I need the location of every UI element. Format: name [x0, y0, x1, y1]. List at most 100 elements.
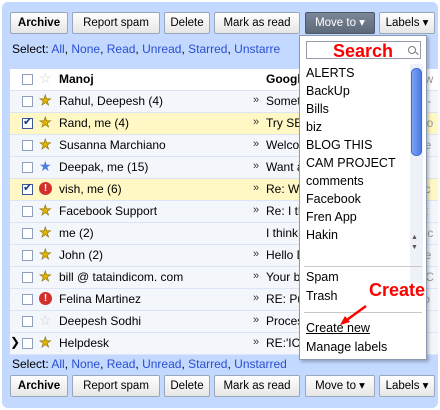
move-to-button[interactable]: Move to ▾ [305, 12, 375, 34]
scroll-down-icon[interactable]: ▼ [411, 244, 418, 251]
create-annotation: Create [369, 280, 426, 300]
row-checkbox[interactable] [22, 316, 33, 327]
label-option[interactable]: BackUp [300, 82, 410, 100]
label-list: ALERTS BackUp Bills biz BLOG THIS CAM PR… [300, 64, 410, 244]
row-checkbox[interactable] [22, 272, 33, 283]
email-subject: Proces [266, 314, 304, 328]
email-sender: bill @ tataindicom. com [59, 270, 184, 284]
email-sender: Manoj [59, 72, 94, 86]
archive-button[interactable]: Archive [10, 375, 68, 397]
star-icon[interactable]: ☆ [39, 70, 52, 87]
label-list-scrollbar[interactable]: ▲ ▼ [410, 64, 423, 283]
delete-button[interactable]: Delete [164, 375, 210, 397]
select-unstarred-link[interactable]: Unstarred [234, 357, 287, 371]
label-option[interactable]: Fren App [300, 208, 410, 226]
row-checkbox[interactable] [22, 250, 33, 261]
labels-button[interactable]: Labels ▾ [379, 12, 435, 34]
label-option[interactable]: Facebook [300, 190, 410, 208]
row-pointer-icon: ❯ [10, 335, 21, 349]
spam-option[interactable]: Spam [306, 270, 339, 284]
row-checkbox[interactable] [22, 74, 33, 85]
thread-arrow-icon: » [253, 204, 260, 216]
row-checkbox[interactable] [22, 181, 33, 195]
manage-labels-option[interactable]: Manage labels [306, 340, 387, 354]
email-sender: Rahul, Deepesh (4) [59, 94, 164, 108]
email-sender: me (2) [59, 226, 94, 240]
email-sender: John (2) [59, 248, 104, 262]
email-sender: Rand, me (4) [59, 116, 130, 130]
label-option[interactable]: BLOG THIS [300, 136, 410, 154]
gmail-mail-frame: Archive Report spam Delete Mark as read … [2, 2, 438, 408]
scroll-up-icon[interactable]: ▲ [411, 234, 418, 241]
star-icon[interactable]: ★ [39, 224, 52, 241]
mark-as-read-button[interactable]: Mark as read [214, 12, 300, 34]
select-unread-link[interactable]: Unread [142, 42, 181, 56]
important-icon[interactable]: ! [39, 292, 52, 305]
row-checkbox[interactable] [22, 96, 33, 107]
star-icon[interactable]: ★ [39, 334, 52, 351]
thread-arrow-icon: » [253, 138, 260, 150]
mark-as-read-button[interactable]: Mark as read [214, 375, 300, 397]
archive-button[interactable]: Archive [10, 12, 68, 34]
row-checkbox[interactable] [22, 206, 33, 217]
thread-arrow-icon: » [253, 94, 260, 106]
star-icon[interactable]: ★ [39, 202, 52, 219]
menu-divider [304, 266, 422, 267]
select-links-top: Select: All, None, Read, Unread, Starred… [12, 42, 281, 56]
row-checkbox[interactable] [22, 115, 33, 129]
thread-arrow-icon: » [253, 292, 260, 304]
row-checkbox[interactable] [22, 338, 33, 349]
label-option[interactable]: comments [300, 172, 410, 190]
label-option[interactable]: Bills [300, 100, 410, 118]
label-option[interactable]: ALERTS [300, 64, 410, 82]
star-icon[interactable]: ☆ [39, 312, 52, 329]
select-all-link[interactable]: All [51, 42, 64, 56]
star-icon[interactable]: ★ [39, 268, 52, 285]
delete-button[interactable]: Delete [164, 12, 210, 34]
thread-arrow-icon: » [253, 182, 260, 194]
search-icon [408, 46, 416, 54]
scrollbar-thumb[interactable] [411, 68, 422, 156]
email-subject: RE:'ICI [266, 336, 304, 350]
label-option[interactable]: biz [300, 118, 410, 136]
row-checkbox[interactable] [22, 228, 33, 239]
email-sender: Susanna Marchiano [59, 138, 166, 152]
labels-button[interactable]: Labels ▾ [379, 375, 435, 397]
star-icon[interactable]: ★ [39, 246, 52, 263]
select-prefix: Select: [12, 357, 49, 371]
star-icon[interactable]: ★ [39, 114, 52, 131]
select-all-link[interactable]: All [51, 357, 64, 371]
email-subject: Try SE [266, 116, 303, 130]
star-icon[interactable]: ★ [39, 136, 52, 153]
thread-arrow-icon: » [253, 270, 260, 282]
label-option[interactable]: CAM PROJECT [300, 154, 410, 172]
email-subject: Your bi [266, 270, 303, 284]
star-icon[interactable]: ★ [39, 158, 52, 175]
label-option[interactable]: Hakin [300, 226, 410, 244]
row-checkbox[interactable] [22, 162, 33, 173]
star-icon[interactable]: ★ [39, 92, 52, 109]
trash-option[interactable]: Trash [306, 289, 338, 303]
select-starred-link[interactable]: Starred [188, 357, 227, 371]
select-prefix: Select: [12, 42, 49, 56]
email-sender: Facebook Support [59, 204, 158, 218]
report-spam-button[interactable]: Report spam [72, 12, 160, 34]
select-unread-link[interactable]: Unread [142, 357, 181, 371]
row-checkbox[interactable] [22, 294, 33, 305]
email-sender: Felina Martinez [59, 292, 142, 306]
select-none-link[interactable]: None [71, 357, 100, 371]
top-toolbar: Archive Report spam Delete Mark as read … [10, 12, 438, 36]
bottom-toolbar: Archive Report spam Delete Mark as read … [10, 375, 438, 399]
select-none-link[interactable]: None [71, 42, 100, 56]
thread-arrow-icon: » [253, 116, 260, 128]
move-to-button[interactable]: Move to ▾ [305, 375, 375, 397]
important-icon[interactable]: ! [39, 182, 52, 195]
select-read-link[interactable]: Read [107, 357, 136, 371]
row-checkbox[interactable] [22, 140, 33, 151]
email-subject: Want a [266, 160, 304, 174]
report-spam-button[interactable]: Report spam [72, 375, 160, 397]
select-read-link[interactable]: Read [107, 42, 136, 56]
select-starred-link[interactable]: Starred [188, 42, 227, 56]
thread-arrow-icon: » [253, 336, 260, 348]
select-unstarred-link[interactable]: Unstarre [234, 42, 280, 56]
